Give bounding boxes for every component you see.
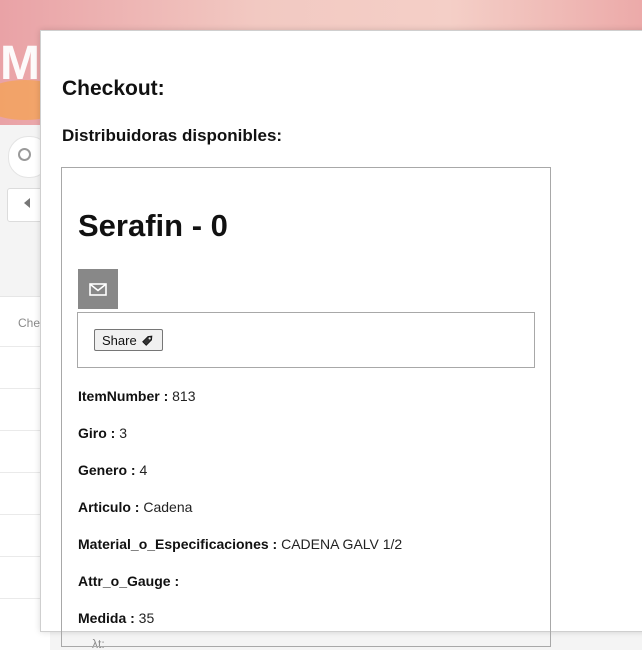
modal-subtitle: Distribuidoras disponibles: bbox=[62, 126, 283, 145]
checkout-modal: Checkout: Distribuidoras disponibles: Se… bbox=[40, 30, 642, 647]
chevron-left-icon bbox=[24, 198, 30, 208]
field-key: Material_o_Especificaciones : bbox=[78, 536, 278, 552]
share-label: Share bbox=[102, 332, 137, 348]
modal-title: Checkout: bbox=[62, 77, 165, 100]
field-key: Articulo : bbox=[78, 499, 140, 515]
field-genero: Genero : 4 bbox=[78, 462, 147, 478]
field-value: CADENA GALV 1/2 bbox=[281, 536, 403, 552]
share-button[interactable]: Share bbox=[94, 329, 163, 351]
field-key: ItemNumber : bbox=[78, 388, 169, 404]
hero-logo-letter: M bbox=[0, 37, 40, 90]
field-key: Genero : bbox=[78, 462, 136, 478]
field-articulo: Articulo : Cadena bbox=[78, 499, 192, 515]
field-medida: Medida : 35 bbox=[78, 610, 154, 626]
distributor-card: Serafin - 0 Share ItemNumber : 813 Giro … bbox=[61, 167, 551, 647]
field-value: 3 bbox=[119, 425, 128, 441]
field-key: Attr_o_Gauge : bbox=[78, 573, 180, 589]
field-value: 813 bbox=[172, 388, 196, 404]
distributor-name: Serafin - 0 bbox=[78, 208, 228, 243]
search-icon bbox=[18, 148, 31, 161]
field-giro: Giro : 3 bbox=[78, 425, 127, 441]
tag-icon bbox=[141, 335, 153, 346]
field-itemnumber: ItemNumber : 813 bbox=[78, 388, 195, 404]
field-value: Cadena bbox=[143, 499, 193, 515]
mail-icon bbox=[89, 282, 107, 296]
field-key: Medida : bbox=[78, 610, 135, 626]
field-value: 4 bbox=[139, 462, 148, 478]
share-container: Share bbox=[77, 312, 535, 368]
field-value: 35 bbox=[138, 610, 155, 626]
background-table-header: Che bbox=[18, 316, 41, 330]
field-gauge: Attr_o_Gauge : bbox=[78, 573, 179, 589]
email-button[interactable] bbox=[78, 269, 118, 309]
field-material: Material_o_Especificaciones : CADENA GAL… bbox=[78, 536, 402, 552]
field-key: Giro : bbox=[78, 425, 116, 441]
